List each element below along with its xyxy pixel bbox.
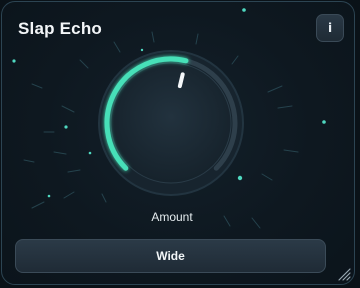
wide-button-label: Wide [156, 249, 185, 263]
knob-pointer [177, 72, 185, 89]
wide-button[interactable]: Wide [15, 239, 326, 273]
knob-label: Amount [151, 210, 193, 224]
knob-face [110, 62, 232, 184]
plugin-window: Slap Echo i Amount Wide [1, 1, 355, 285]
resize-grip-icon[interactable] [334, 264, 352, 282]
